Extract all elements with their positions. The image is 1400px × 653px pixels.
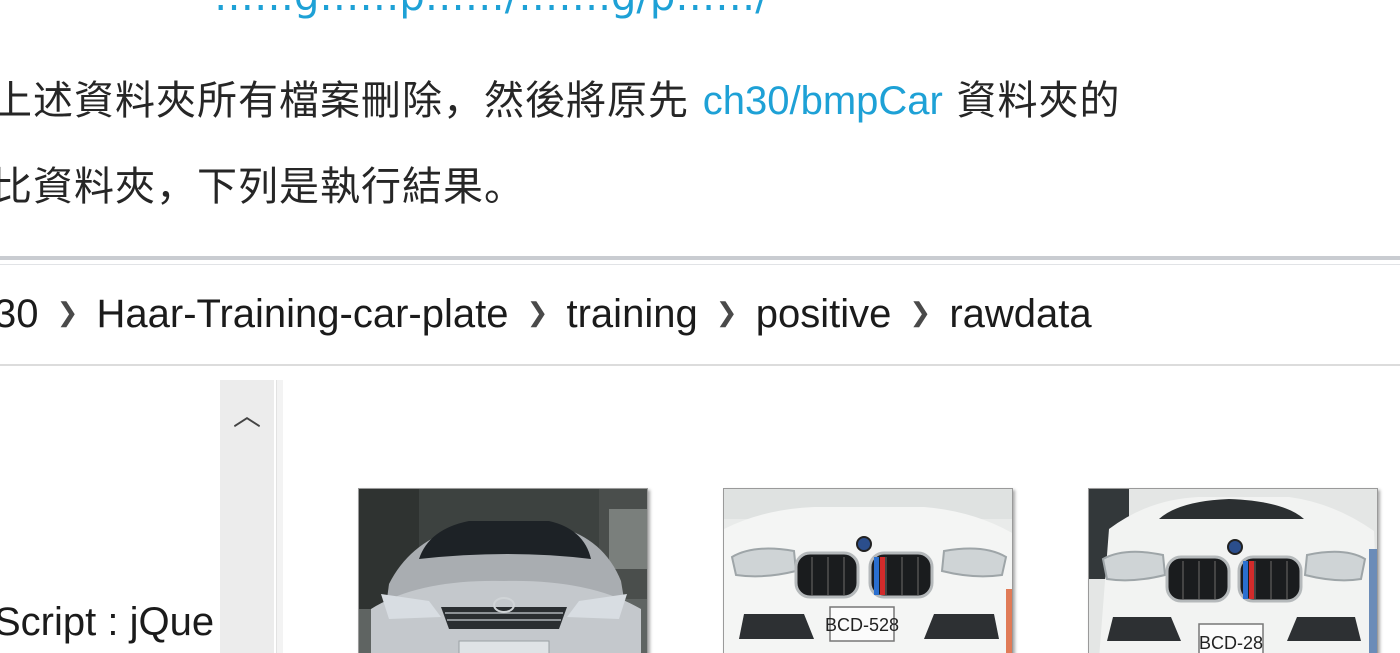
chevron-right-icon[interactable]: ❯	[39, 297, 97, 328]
image-thumbnail[interactable]: BCD-28	[1088, 488, 1378, 653]
breadcrumb-item[interactable]: positive	[756, 292, 892, 337]
chevron-right-icon[interactable]: ❯	[698, 297, 756, 328]
breadcrumb-item[interactable]: training	[567, 292, 698, 337]
screenshot-stage: ……g……p……/…….g/p……/ 上述資料夾所有檔案刪除，然後將原先 ch3…	[0, 0, 1400, 653]
folder-path-link: ch30/bmpCar	[702, 79, 943, 123]
breadcrumb-address-bar[interactable]: 30 ❯ Haar-Training-car-plate ❯ training …	[0, 265, 1400, 363]
image-thumbnail[interactable]	[358, 488, 648, 653]
scroll-up-arrow-icon[interactable]: ︿	[220, 398, 274, 434]
image-thumbnail[interactable]: BCD-528	[723, 488, 1013, 653]
breadcrumb-item-current[interactable]: rawdata	[949, 292, 1091, 337]
chevron-right-icon[interactable]: ❯	[509, 297, 567, 328]
nav-pane-item[interactable]: Script : jQue	[0, 600, 214, 645]
car-photo-bmw: BCD-528	[724, 489, 1012, 653]
paragraph-line-1: 上述資料夾所有檔案刪除，然後將原先 ch30/bmpCar 資料夾的	[0, 68, 1121, 126]
paragraph-text: 上述資料夾所有檔案刪除，然後將原先	[0, 78, 703, 124]
cut-off-link-line: ……g……p……/…….g/p……/	[214, 0, 769, 20]
svg-text:BCD-28: BCD-28	[1199, 633, 1263, 653]
breadcrumb-item[interactable]: 30	[0, 292, 39, 337]
chevron-right-icon[interactable]: ❯	[891, 297, 949, 328]
svg-text:BCD-528: BCD-528	[825, 615, 899, 635]
car-photo-bmw: BCD-28	[1089, 489, 1377, 653]
nav-pane-scrollbar[interactable]: ︿	[220, 380, 274, 653]
pane-splitter[interactable]	[276, 380, 283, 653]
window-top-border	[0, 256, 1400, 260]
paragraph-line-2: 比資料夾，下列是執行結果。	[0, 164, 525, 210]
breadcrumb-item[interactable]: Haar-Training-car-plate	[97, 292, 509, 337]
paragraph-text: 資料夾的	[942, 78, 1121, 124]
car-photo-toyota	[359, 489, 647, 653]
